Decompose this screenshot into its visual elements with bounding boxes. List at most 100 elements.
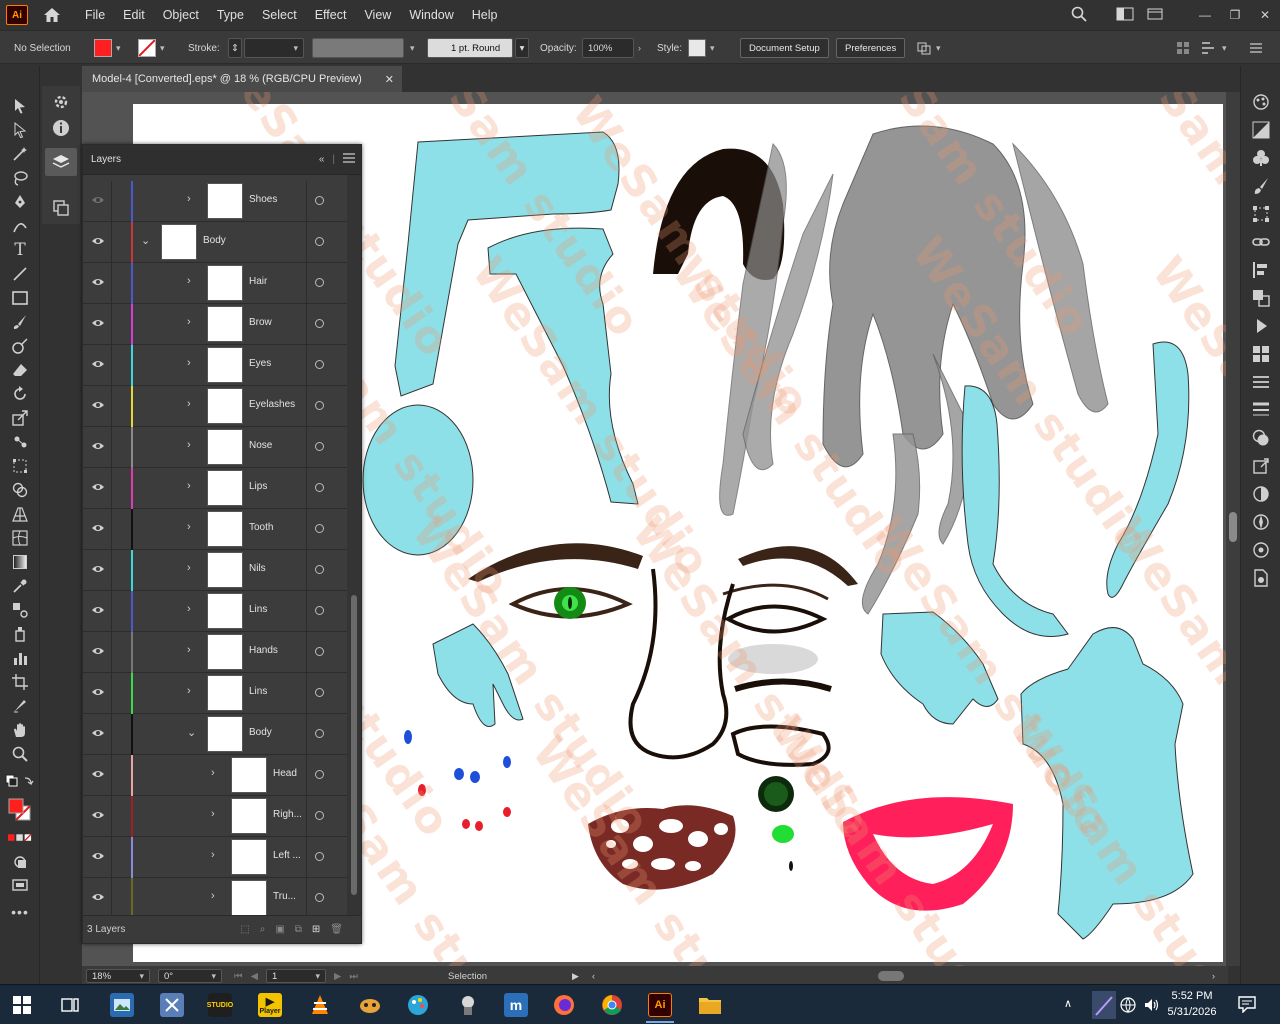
direct-selection-tool-icon[interactable] [8, 120, 32, 140]
document-info-panel-icon[interactable] [1249, 568, 1273, 588]
curvature-tool-icon[interactable] [8, 216, 32, 236]
visibility-eye-icon[interactable] [92, 318, 104, 328]
properties-icon[interactable] [49, 92, 73, 112]
chevron-right-icon[interactable]: › [211, 808, 215, 820]
menu-item-help[interactable]: Help [463, 8, 507, 22]
color-guide-icon[interactable] [1249, 92, 1273, 112]
lasso-tool-icon[interactable] [8, 168, 32, 188]
menu-item-type[interactable]: Type [208, 8, 253, 22]
menu-item-object[interactable]: Object [154, 8, 208, 22]
close-icon[interactable]: ✕ [1250, 8, 1280, 22]
visibility-eye-icon[interactable] [92, 400, 104, 410]
screen-mode-icon[interactable] [8, 876, 32, 896]
layer-target-icon[interactable] [315, 442, 324, 451]
transform-panel-icon[interactable] [1249, 204, 1273, 224]
guard-app-icon[interactable] [456, 993, 480, 1017]
arrange-icon[interactable]: ▾ [916, 31, 941, 65]
layer-name[interactable]: Nils [249, 563, 266, 574]
preferences-button[interactable]: Preferences [836, 38, 906, 58]
layer-target-icon[interactable] [315, 770, 324, 779]
chevron-right-icon[interactable]: › [187, 644, 191, 656]
brush-dropdown[interactable]: ▾ [515, 38, 529, 58]
layer-target-icon[interactable] [315, 401, 324, 410]
pathfinder-panel-icon[interactable] [1249, 288, 1273, 308]
workspace-switcher-icon[interactable] [1110, 7, 1140, 24]
actions-panel-icon[interactable] [1249, 316, 1273, 336]
layer-target-icon[interactable] [315, 237, 324, 246]
chevron-right-icon[interactable]: › [211, 849, 215, 861]
visibility-eye-icon[interactable] [92, 277, 104, 287]
volume-icon[interactable] [1144, 997, 1160, 1018]
artboards-panel-icon[interactable] [49, 198, 73, 218]
layer-target-icon[interactable] [315, 647, 324, 656]
layer-target-icon[interactable] [315, 852, 324, 861]
paint-app-icon[interactable] [406, 993, 430, 1017]
task-view-icon[interactable] [58, 993, 82, 1017]
layer-row[interactable]: › Nose [83, 427, 347, 468]
layers-panel-icon[interactable] [45, 148, 77, 176]
layer-name[interactable]: Eyelashes [249, 399, 295, 410]
visibility-eye-icon[interactable] [92, 892, 104, 902]
appearance-panel-icon[interactable] [1249, 428, 1273, 448]
layer-name[interactable]: Eyes [249, 358, 271, 369]
visibility-eye-icon[interactable] [92, 605, 104, 615]
shaper-tool-icon[interactable] [8, 336, 32, 356]
chevron-right-icon[interactable]: › [187, 603, 191, 615]
line-tool-icon[interactable] [8, 264, 32, 284]
chevron-right-icon[interactable]: › [187, 562, 191, 574]
stroke-panel-icon[interactable] [1249, 400, 1273, 420]
home-icon[interactable] [42, 5, 62, 25]
minimize-icon[interactable]: — [1190, 8, 1220, 22]
perspective-grid-tool-icon[interactable] [8, 504, 32, 524]
type-tool-icon[interactable]: T [8, 240, 32, 260]
vlc-icon[interactable] [308, 993, 332, 1017]
magic-wand-tool-icon[interactable] [8, 144, 32, 164]
snipping-tool-icon[interactable] [160, 993, 184, 1017]
visibility-eye-icon[interactable] [92, 564, 104, 574]
artboard-navigation[interactable]: ⏮ ◀ [234, 969, 258, 983]
network-icon[interactable] [1120, 997, 1136, 1018]
layer-row[interactable]: › Lins [83, 673, 347, 714]
firefox-icon[interactable] [552, 993, 576, 1017]
game-app-icon[interactable] [358, 993, 382, 1017]
free-transform-tool-icon[interactable] [8, 456, 32, 476]
paintbrush-tool-icon[interactable] [8, 312, 32, 332]
layer-name[interactable]: Left ... [273, 850, 301, 861]
visibility-eye-icon[interactable] [92, 236, 104, 246]
rectangle-tool-icon[interactable] [8, 288, 32, 308]
align-icon[interactable] [1176, 31, 1190, 65]
player-app-icon[interactable]: ▶ Player [258, 993, 282, 1017]
visibility-eye-icon[interactable] [92, 523, 104, 533]
zoom-dropdown[interactable]: 18% ▾ [86, 969, 150, 983]
chevron-right-icon[interactable]: › [187, 193, 191, 205]
layer-row[interactable]: › Brow [83, 304, 347, 345]
stroke-weight-input[interactable]: ▾ [244, 38, 304, 58]
artboard-number-dropdown[interactable]: 1 ▾ [266, 969, 326, 983]
chevron-right-icon[interactable]: › [187, 685, 191, 697]
artboard-navigation-next[interactable]: ▶ ⏭ [334, 969, 358, 983]
chevron-down-icon[interactable]: ▾ [710, 43, 715, 54]
visibility-eye-icon[interactable] [92, 441, 104, 451]
layer-row[interactable]: ⌄ Body [83, 714, 347, 755]
layer-name[interactable]: Lips [249, 481, 267, 492]
restore-icon[interactable]: ❐ [1220, 8, 1250, 22]
create-sublayer-icon[interactable]: ⧉ [295, 924, 302, 935]
chevron-down-icon[interactable]: ⌄ [141, 234, 150, 247]
delete-layer-icon[interactable]: 🗑 [330, 924, 343, 935]
layer-name[interactable]: Tru... [273, 891, 296, 902]
photo-viewer-icon[interactable] [110, 993, 134, 1017]
panel-menu-icon[interactable] [1250, 31, 1262, 65]
eraser-tool-icon[interactable] [8, 360, 32, 380]
draw-mode-icon[interactable] [8, 852, 32, 872]
document-tab[interactable]: Model-4 [Converted].eps* @ 18 % (RGB/CPU… [82, 66, 402, 92]
chevron-right-icon[interactable]: › [638, 43, 641, 53]
layer-name[interactable]: Nose [249, 440, 272, 451]
file-explorer-icon[interactable] [698, 993, 722, 1017]
layer-row[interactable]: › Eyelashes [83, 386, 347, 427]
layer-target-icon[interactable] [315, 524, 324, 533]
visibility-eye-icon[interactable] [92, 851, 104, 861]
variable-width-profile[interactable] [312, 38, 404, 58]
layer-target-icon[interactable] [315, 360, 324, 369]
export-panel-icon[interactable] [1249, 456, 1273, 476]
layer-target-icon[interactable] [315, 729, 324, 738]
